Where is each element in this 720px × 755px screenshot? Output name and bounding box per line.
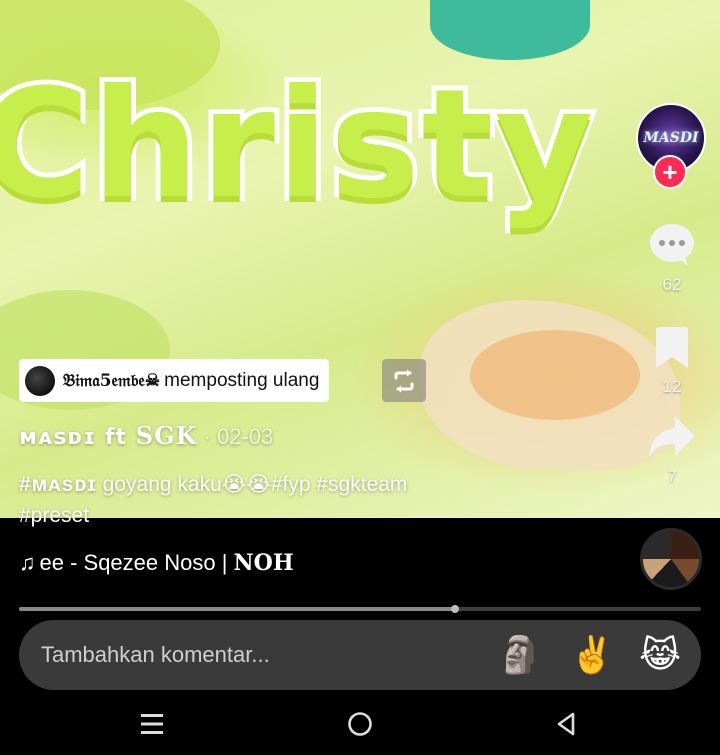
author-name[interactable]: ᴍᴀsᴅɪ ft SGK	[19, 421, 197, 450]
home-button[interactable]	[340, 704, 380, 744]
comment-bar: 🗿 ✌️ 😹	[19, 620, 701, 690]
moai-emoji-button[interactable]: 🗿	[497, 632, 543, 678]
back-triangle-icon	[557, 712, 575, 736]
comment-icon	[650, 224, 694, 266]
video-decoration	[470, 330, 640, 420]
bookmark-icon	[656, 327, 688, 368]
share-icon	[649, 416, 695, 457]
post-date: · 02-03	[203, 424, 274, 449]
repost-label: memposting ulang	[164, 369, 320, 391]
author-line[interactable]: ᴍᴀsᴅɪ ft SGK · 02-03	[19, 421, 273, 450]
comment-count: 62	[662, 275, 682, 294]
creator-avatar-group[interactable]: MASDI +	[636, 103, 706, 189]
repost-button[interactable]	[382, 359, 426, 402]
save-count: 12	[662, 377, 682, 396]
system-nav-bar	[0, 692, 720, 755]
music-note-icon: ♫	[19, 550, 36, 575]
music-title: ee - Sqezee Noso | NOH	[39, 550, 294, 576]
music-disc-icon[interactable]	[640, 528, 702, 590]
video-progress-bar[interactable]	[19, 605, 701, 613]
comment-action[interactable]: 62	[636, 222, 708, 295]
hashtag-sgkteam[interactable]: #sgkteam	[311, 473, 407, 496]
video-overlay-word: Christy	[0, 58, 598, 232]
hashtag-masdi[interactable]: #ᴍᴀsᴅɪ	[19, 473, 97, 496]
save-action[interactable]: 12	[636, 326, 708, 397]
progress-knob[interactable]	[451, 605, 460, 613]
back-button[interactable]	[546, 704, 586, 744]
comment-input[interactable]	[39, 641, 483, 669]
caption-text: goyang kaku😭😭	[96, 473, 271, 496]
hashtag-fyp[interactable]: #fyp	[271, 473, 311, 496]
share-action[interactable]: 7	[636, 414, 708, 487]
victory-hand-emoji-button[interactable]: ✌️	[569, 632, 615, 678]
recent-apps-button[interactable]	[132, 704, 172, 744]
follow-button[interactable]: +	[653, 155, 687, 189]
reposter-username[interactable]: 𝔅𝔦𝔪𝔞5𝔢𝔪𝔟𝔢☠︎	[63, 371, 160, 391]
cat-joy-emoji-button[interactable]: 😹	[637, 632, 683, 678]
repost-banner[interactable]: 𝔅𝔦𝔪𝔞5𝔢𝔪𝔟𝔢☠︎ memposting ulang	[19, 359, 330, 402]
repost-icon	[394, 369, 414, 392]
video-decoration	[430, 0, 590, 60]
avatar-logo-text: MASDI	[643, 130, 699, 146]
menu-icon	[141, 714, 163, 734]
home-circle-icon	[348, 712, 372, 736]
hashtag-preset[interactable]: #preset	[19, 504, 89, 527]
progress-fill	[19, 607, 456, 611]
reposter-avatar[interactable]	[25, 365, 55, 396]
share-count: 7	[667, 467, 677, 486]
music-info[interactable]: ♫ ee - Sqezee Noso | NOH	[19, 550, 294, 576]
video-caption: #ᴍᴀsᴅɪ goyang kaku😭😭#fyp #sgkteam #prese…	[19, 469, 499, 531]
